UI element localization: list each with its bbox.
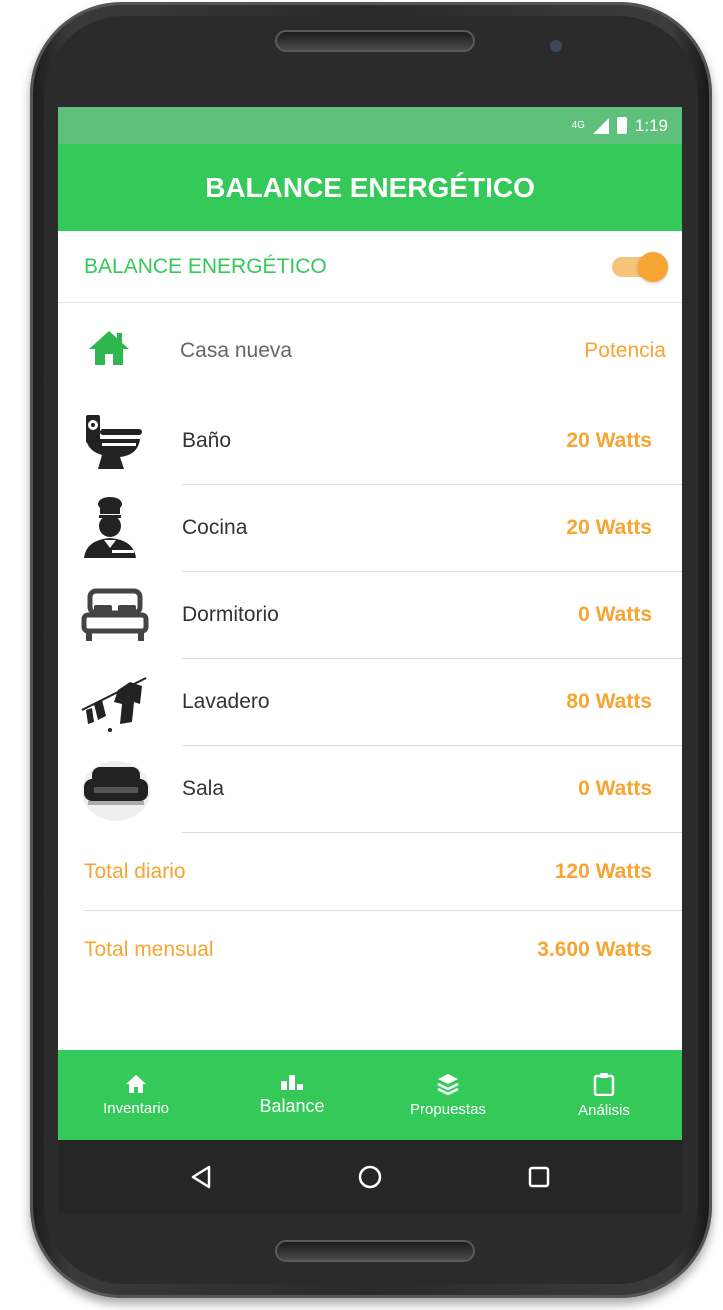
network-type: 4G xyxy=(571,120,585,131)
list-item[interactable]: Sala 0 Watts xyxy=(58,746,682,833)
nav-propuestas[interactable]: Propuestas xyxy=(370,1050,526,1140)
bar-chart-icon xyxy=(281,1074,303,1090)
nav-label: Inventario xyxy=(103,1099,169,1117)
layers-icon xyxy=(437,1073,459,1095)
nav-label: Propuestas xyxy=(410,1100,486,1118)
total-daily-label: Total diario xyxy=(84,859,186,883)
signal-icon xyxy=(592,117,609,134)
list-item[interactable]: Cocina 20 Watts xyxy=(58,485,682,572)
page-title: BALANCE ENERGÉTICO xyxy=(205,171,535,203)
balance-switch[interactable] xyxy=(612,251,668,282)
nav-inventario[interactable]: Inventario xyxy=(58,1050,214,1140)
status-bar: 4G 1:19 xyxy=(58,107,682,144)
sofa-icon xyxy=(58,746,182,833)
status-time: 1:19 xyxy=(634,115,668,135)
nav-balance[interactable]: Balance xyxy=(214,1050,370,1140)
home-icon xyxy=(126,1074,146,1093)
house-row: Casa nueva Potencia xyxy=(58,303,682,398)
room-value: 80 Watts xyxy=(566,690,652,713)
house-value: Potencia xyxy=(584,338,666,362)
battery-icon xyxy=(616,117,627,134)
total-daily-row: Total diario 120 Watts xyxy=(84,833,682,911)
total-monthly-value: 3.600 Watts xyxy=(537,938,652,961)
house-label: Casa nueva xyxy=(180,338,293,362)
list-item[interactable]: Lavadero 80 Watts xyxy=(58,659,682,746)
room-value: 20 Watts xyxy=(566,429,652,452)
room-name: Dormitorio xyxy=(182,603,279,626)
back-icon[interactable] xyxy=(190,1165,212,1189)
list-item[interactable]: Baño 20 Watts xyxy=(58,398,682,485)
system-nav-bar xyxy=(58,1140,682,1213)
room-value: 0 Watts xyxy=(578,603,652,626)
nav-label: Análisis xyxy=(578,1101,630,1119)
clothesline-icon xyxy=(58,659,182,746)
house-icon xyxy=(88,330,130,371)
front-camera xyxy=(550,40,562,52)
earpiece-speaker xyxy=(275,30,475,52)
room-name: Sala xyxy=(182,777,225,800)
room-name: Cocina xyxy=(182,516,248,539)
bottom-nav: Inventario Balance Propuestas Análisis xyxy=(58,1050,682,1140)
bottom-speaker xyxy=(275,1240,475,1262)
toggle-label: BALANCE ENERGÉTICO xyxy=(84,254,327,278)
room-value: 0 Watts xyxy=(578,777,652,800)
toilet-icon xyxy=(58,398,182,485)
total-daily-value: 120 Watts xyxy=(554,859,652,883)
room-name: Baño xyxy=(182,429,232,452)
balance-toggle-row[interactable]: BALANCE ENERGÉTICO xyxy=(58,231,682,303)
clipboard-icon xyxy=(593,1072,615,1096)
bed-icon xyxy=(58,572,182,659)
nav-label: Balance xyxy=(259,1095,325,1116)
nav-analisis[interactable]: Análisis xyxy=(526,1050,682,1140)
room-value: 20 Watts xyxy=(566,516,652,539)
chef-icon xyxy=(58,485,182,572)
screen: 4G 1:19 BALANCE ENERGÉTICO BALANCE ENERG… xyxy=(58,107,682,1213)
recents-icon[interactable] xyxy=(528,1166,550,1188)
room-name: Lavadero xyxy=(182,690,270,713)
home-circle-icon[interactable] xyxy=(357,1164,383,1190)
switch-knob xyxy=(638,251,668,282)
list-item[interactable]: Dormitorio 0 Watts xyxy=(58,572,682,659)
total-monthly-row: Total mensual 3.600 Watts xyxy=(84,911,682,989)
total-monthly-label: Total mensual xyxy=(84,938,214,961)
app-bar: BALANCE ENERGÉTICO xyxy=(58,144,682,231)
